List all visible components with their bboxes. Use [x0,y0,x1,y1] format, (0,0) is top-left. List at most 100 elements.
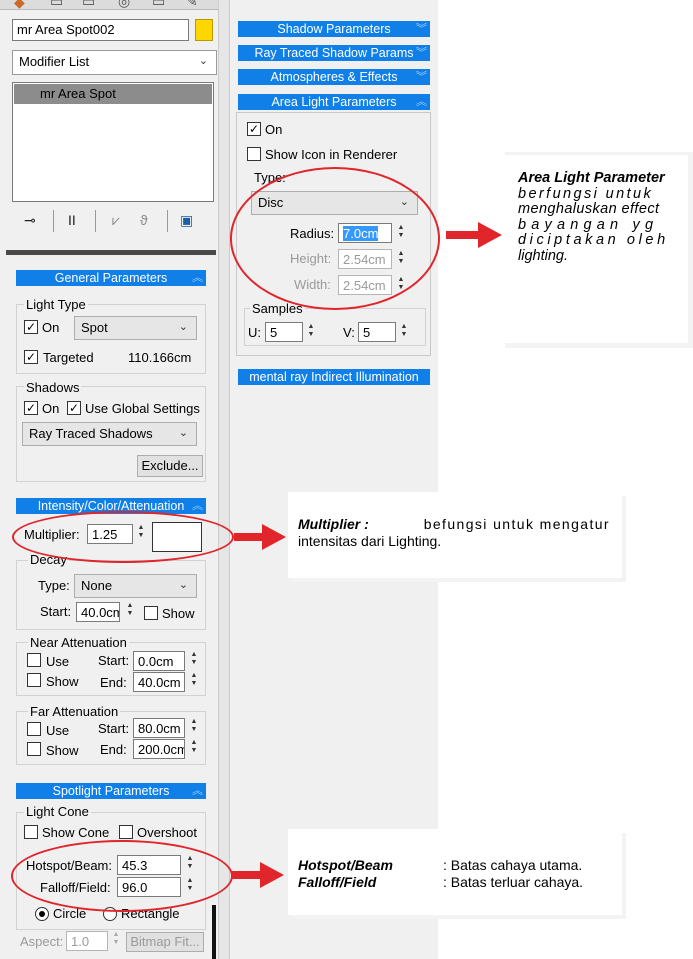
modifier-list-dropdown[interactable]: Modifier List ⌄ [12,50,217,75]
multiplier-note-desc: befungsi untuk mengatur [423,516,610,532]
collapse-icon: ︽ [192,500,203,512]
chevron-down-icon: ⌄ [198,55,208,67]
near-start-spinner[interactable]: ▲ ▼ [188,651,200,669]
decay-type-label: Type: [38,578,70,593]
atmospheres-title: Atmospheres & Effects [270,70,398,84]
overshoot-checkbox[interactable] [119,825,133,839]
shadows-on-checkbox[interactable]: ✓ [24,401,38,415]
far-show-checkbox[interactable] [27,742,41,756]
multiplier-note-line1: Multiplier : befungsi untuk mengatur [298,516,610,533]
v-spinner[interactable]: ▲ ▼ [398,323,410,341]
global-settings-checkbox[interactable]: ✓ [67,401,81,415]
area-note-line1: berfungsi untuk [518,185,654,202]
general-parameters-rollout[interactable]: General Parameters ︽ [16,270,206,286]
multiplier-note: Multiplier : befungsi untuk mengatur int… [288,492,622,578]
area-note-line3: bayangan yg [518,216,659,233]
show-icon-label: Show Icon in Renderer [265,147,398,162]
chevron-down-icon: ⌄ [178,427,188,439]
near-show-checkbox[interactable] [27,673,41,687]
near-use-checkbox[interactable] [27,653,41,667]
multiplier-note-title: Multiplier : [298,516,369,532]
chevron-down-icon: ⌄ [178,321,188,333]
light-on-label: On [42,320,60,335]
far-end-label: End: [100,742,127,757]
bitmap-fit-button[interactable]: Bitmap Fit... [126,932,204,952]
utilities-tab-icon[interactable]: ✎ [186,0,198,10]
stack-item[interactable]: mr Area Spot [14,84,212,104]
near-end-field[interactable]: 40.0cm [133,672,185,692]
shadow-type-value: Ray Traced Shadows [29,426,153,441]
pin-stack-icon[interactable]: ⊸ [24,212,36,229]
show-cone-checkbox[interactable] [24,825,38,839]
far-start-label: Start: [98,721,130,736]
make-unique-icon[interactable]: ⩗ [112,212,120,229]
far-use-checkbox[interactable] [27,722,41,736]
far-end-spinner[interactable]: ▲ ▼ [188,739,200,757]
indirect-illumination-rollout[interactable]: mental ray Indirect Illumination [238,369,430,385]
expand-icon: ︾ [416,71,427,83]
far-end-field[interactable]: 200.0cm [133,739,185,759]
raytraced-params-rollout[interactable]: Ray Traced Shadow Params ︾ [238,45,430,61]
targeted-checkbox[interactable]: ✓ [24,350,38,364]
motion-tab-icon[interactable]: ◎ [118,0,130,10]
aspect-field[interactable]: 1.0 [66,931,108,951]
circle-radio[interactable] [35,907,49,921]
multiplier-note-line2: intensitas dari Lighting. [298,533,442,549]
raytraced-params-title: Ray Traced Shadow Params [254,46,414,60]
far-start-spinner[interactable]: ▲ ▼ [188,718,200,736]
near-use-label: Use [46,654,70,669]
area-note-line5: lighting. [518,247,568,264]
spotlight-highlight-oval [11,840,233,912]
atmospheres-rollout[interactable]: Atmospheres & Effects ︾ [238,69,430,85]
shadows-label: Shadows [24,380,82,395]
area-light-note: Area Light Parameter berfungsi untuk men… [500,155,688,343]
area-on-checkbox[interactable]: ✓ [247,122,261,136]
show-icon-checkbox[interactable] [247,147,261,161]
object-name-field[interactable]: mr Area Spot002 [12,19,189,41]
chevron-down-icon: ⌄ [178,579,188,591]
panel-scrollbar[interactable] [212,905,216,959]
falloff-note-line: Falloff/Field : Batas terluar cahaya. [298,874,622,891]
decay-start-field[interactable]: 40.0cm [76,602,120,622]
shadow-type-dropdown[interactable]: Ray Traced Shadows ⌄ [22,422,197,446]
far-start-field[interactable]: 80.0cm [133,718,185,738]
near-end-spinner[interactable]: ▲ ▼ [188,672,200,690]
far-show-label: Show [46,743,79,758]
decay-type-dropdown[interactable]: None ⌄ [74,574,197,598]
decay-start-label: Start: [40,604,72,619]
falloff-note-desc: : Batas terluar cahaya. [443,874,584,890]
area-light-rollout[interactable]: Area Light Parameters ︽ [238,94,430,110]
create-tab-icon[interactable]: ◆ [14,0,25,11]
u-field[interactable]: 5 [265,322,303,342]
object-color-swatch[interactable] [195,19,213,41]
u-spinner[interactable]: ▲ ▼ [305,323,317,341]
light-on-checkbox[interactable]: ✓ [24,320,38,334]
decay-show-checkbox[interactable] [144,606,158,620]
expand-icon: ︾ [416,23,427,35]
modify-tab-icon[interactable]: ▭ [50,0,63,10]
hierarchy-tab-icon[interactable]: ▭ [82,0,95,10]
aspect-spinner[interactable]: ▲ ▼ [110,931,122,949]
show-end-result-icon[interactable]: II [68,212,76,228]
target-distance: 110.166cm [128,350,192,365]
configure-sets-icon[interactable]: ▣ [180,212,193,229]
modifier-list-label: Modifier List [19,54,90,69]
toolbar-divider [95,210,96,232]
hotspot-note-title: Hotspot/Beam [298,857,393,873]
display-tab-icon[interactable]: ▭ [152,0,165,10]
panel-separator [6,250,216,255]
exclude-button[interactable]: Exclude... [137,455,203,477]
general-parameters-title: General Parameters [54,271,168,285]
remove-modifier-icon[interactable]: ϑ [140,212,148,228]
light-type-dropdown[interactable]: Spot ⌄ [74,316,197,340]
far-attenuation-label: Far Attenuation [28,704,121,719]
v-field[interactable]: 5 [358,322,396,342]
near-start-field[interactable]: 0.0cm [133,651,185,671]
shadow-parameters-rollout[interactable]: Shadow Parameters ︾ [238,21,430,37]
panel-divider [218,0,230,959]
decay-start-spinner[interactable]: ▲ ▼ [124,602,136,620]
spotlight-parameters-rollout[interactable]: Spotlight Parameters ︽ [16,783,206,799]
near-end-label: End: [100,675,127,690]
targeted-label: Targeted [43,350,94,365]
area-note-title: Area Light Parameter [518,170,665,186]
